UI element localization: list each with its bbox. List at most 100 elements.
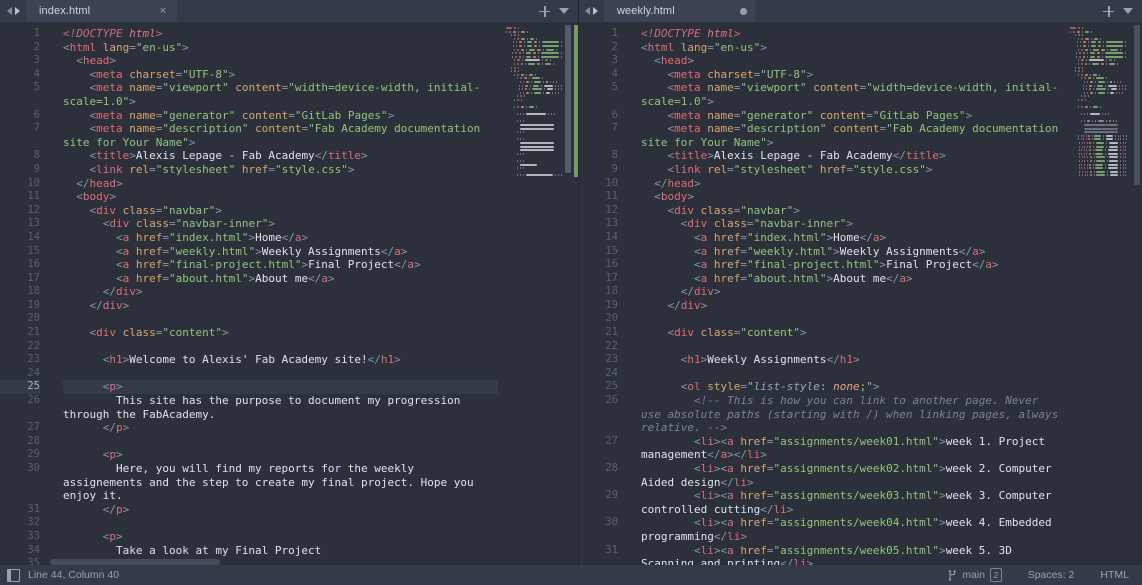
plus-icon[interactable] (539, 5, 550, 17)
code-line[interactable]: </head> (63, 177, 498, 191)
code-line[interactable] (63, 367, 498, 381)
code-line[interactable]: <p> (63, 448, 498, 462)
code-token: li (793, 557, 807, 565)
code-line[interactable]: <head> (641, 54, 1062, 68)
code-line[interactable]: <meta name="generator" content="GitLab P… (63, 109, 498, 123)
code-line[interactable]: <div class="content"> (641, 326, 1062, 340)
code-line[interactable]: </p> (63, 503, 498, 517)
code-line[interactable]: Here, you will find my reports for the w… (63, 462, 498, 503)
code-line[interactable]: <link rel="stylesheet" href="style.css"> (641, 163, 1062, 177)
code-line[interactable]: <li><a href="assignments/week03.html">we… (641, 489, 1062, 516)
minimap-line (1070, 163, 1127, 166)
indentation-item[interactable]: Spaces: 2 (1015, 569, 1088, 581)
code-line[interactable]: <h1>Weekly Assignments</h1> (641, 353, 1062, 367)
code-line[interactable]: <link rel="stylesheet" href="style.css"> (63, 163, 498, 177)
minimap-left[interactable] (502, 22, 578, 565)
code-line[interactable]: <p> (63, 530, 498, 544)
chevron-down-icon[interactable] (559, 8, 569, 14)
code-content-right[interactable]: <!DOCTYPE html> <html lang="en-us"> <head… (635, 22, 1066, 565)
unsaved-changes-icon[interactable] (740, 7, 747, 15)
code-line[interactable]: <meta charset="UTF-8"> (63, 68, 498, 82)
code-line[interactable]: <div class="navbar-inner"> (641, 217, 1062, 231)
code-line[interactable]: <meta name="description" content="Fab Ac… (641, 122, 1062, 149)
code-line[interactable]: <li><a href="assignments/week04.html">we… (641, 516, 1062, 543)
code-token: html (129, 27, 156, 40)
code-line[interactable]: <ol style="list-style: none;"> (641, 380, 1062, 394)
code-line[interactable]: <!DOCTYPE html> (63, 27, 498, 41)
code-line[interactable]: <div class="navbar-inner"> (63, 217, 498, 231)
code-line[interactable]: <a href="index.html">Home</a> (63, 231, 498, 245)
code-line[interactable]: <h1>Welcome to Alexis' Fab Academy site!… (63, 353, 498, 367)
minimap-scroll-thumb[interactable] (1134, 25, 1140, 185)
code-line[interactable]: <body> (63, 190, 498, 204)
code-line[interactable]: <div class="navbar"> (641, 204, 1062, 218)
code-line[interactable]: <meta name="viewport" content="width=dev… (63, 81, 498, 108)
minimap-scroll-thumb[interactable] (565, 25, 571, 173)
code-line[interactable]: Take a look at my Final Project (63, 544, 498, 558)
code-line[interactable]: This site has the purpose to document my… (63, 394, 498, 421)
code-line[interactable]: </div> (63, 285, 498, 299)
code-line[interactable]: <div class="navbar"> (63, 204, 498, 218)
tab-weekly-html[interactable]: weekly.html (604, 0, 755, 22)
git-branch-item[interactable]: main 2 (935, 568, 1015, 582)
code-line[interactable] (63, 312, 498, 326)
fold-column-right[interactable] (625, 22, 635, 565)
code-line[interactable]: <a href="index.html">Home</a> (641, 231, 1062, 245)
code-line[interactable]: <meta name="description" content="Fab Ac… (63, 122, 498, 149)
code-line[interactable] (63, 516, 498, 530)
fold-column-left[interactable] (47, 22, 57, 565)
code-line[interactable]: <p> (63, 380, 498, 395)
chevron-right-icon[interactable] (593, 7, 598, 15)
code-line[interactable]: <title>Alexis Lepage - Fab Academy</titl… (63, 149, 498, 163)
code-line[interactable]: <html lang="en-us"> (641, 41, 1062, 55)
minimap-line (1070, 110, 1126, 112)
code-content-left[interactable]: <!DOCTYPE html> <html lang="en-us"> <head… (57, 22, 502, 565)
code-line[interactable]: </p> (63, 421, 498, 435)
plus-icon[interactable] (1103, 5, 1114, 17)
chevron-right-icon[interactable] (15, 7, 20, 15)
code-line[interactable]: <meta charset="UTF-8"> (641, 68, 1062, 82)
chevron-down-icon[interactable] (1123, 8, 1133, 14)
code-line[interactable] (641, 340, 1062, 354)
code-line[interactable] (63, 435, 498, 449)
chevron-left-icon[interactable] (7, 7, 12, 15)
code-line[interactable]: <li><a href="assignments/week02.html">we… (641, 462, 1062, 489)
cursor-position-label[interactable]: Line 44, Column 40 (28, 569, 119, 581)
code-line[interactable]: </head> (641, 177, 1062, 191)
code-line[interactable]: <a href="about.html">About me</a> (63, 272, 498, 286)
code-line[interactable]: <head> (63, 54, 498, 68)
code-line[interactable]: <html lang="en-us"> (63, 41, 498, 55)
code-line[interactable]: </div> (641, 285, 1062, 299)
panel-toggle-icon[interactable] (7, 568, 20, 582)
code-line[interactable] (63, 340, 498, 354)
code-line[interactable] (641, 312, 1062, 326)
code-editor-left[interactable]: 1234556778910111213141516171819202122232… (0, 22, 578, 565)
chevron-left-icon[interactable] (585, 7, 590, 15)
code-line[interactable]: <div class="content"> (63, 326, 498, 340)
code-line[interactable]: <!-- This is how you can link to another… (641, 394, 1062, 435)
code-line[interactable]: <title>Alexis Lepage - Fab Academy</titl… (641, 149, 1062, 163)
code-token: = (149, 162, 156, 176)
code-line[interactable]: <li><a href="assignments/week05.html">we… (641, 544, 1062, 565)
code-token: content (806, 81, 860, 95)
code-editor-right[interactable]: 1234556778910111213141516171819202122232… (578, 22, 1142, 565)
language-mode-item[interactable]: HTML (1087, 569, 1142, 581)
tab-label: weekly.html (617, 5, 675, 17)
code-line[interactable]: <a href="final-project.html">Final Proje… (641, 258, 1062, 272)
minimap-right[interactable] (1066, 22, 1142, 565)
code-line[interactable]: <meta name="generator" content="GitLab P… (641, 109, 1062, 123)
code-line[interactable]: <a href="about.html">About me</a> (641, 272, 1062, 286)
code-line[interactable]: <!DOCTYPE html> (641, 27, 1062, 41)
code-line[interactable]: <a href="final-project.html">Final Proje… (63, 258, 498, 272)
minimap-line (1070, 88, 1127, 91)
tab-index-html[interactable]: index.html × (26, 0, 177, 22)
code-line[interactable]: <meta name="viewport" content="width=dev… (641, 81, 1062, 108)
close-icon[interactable]: × (157, 5, 169, 17)
code-line[interactable]: <a href="weekly.html">Weekly Assignments… (63, 245, 498, 259)
code-line[interactable] (641, 367, 1062, 381)
code-line[interactable]: </div> (641, 299, 1062, 313)
code-line[interactable]: <a href="weekly.html">Weekly Assignments… (641, 245, 1062, 259)
code-line[interactable]: </div> (63, 299, 498, 313)
code-line[interactable]: <body> (641, 190, 1062, 204)
code-line[interactable]: <li><a href="assignments/week01.html">we… (641, 435, 1062, 462)
